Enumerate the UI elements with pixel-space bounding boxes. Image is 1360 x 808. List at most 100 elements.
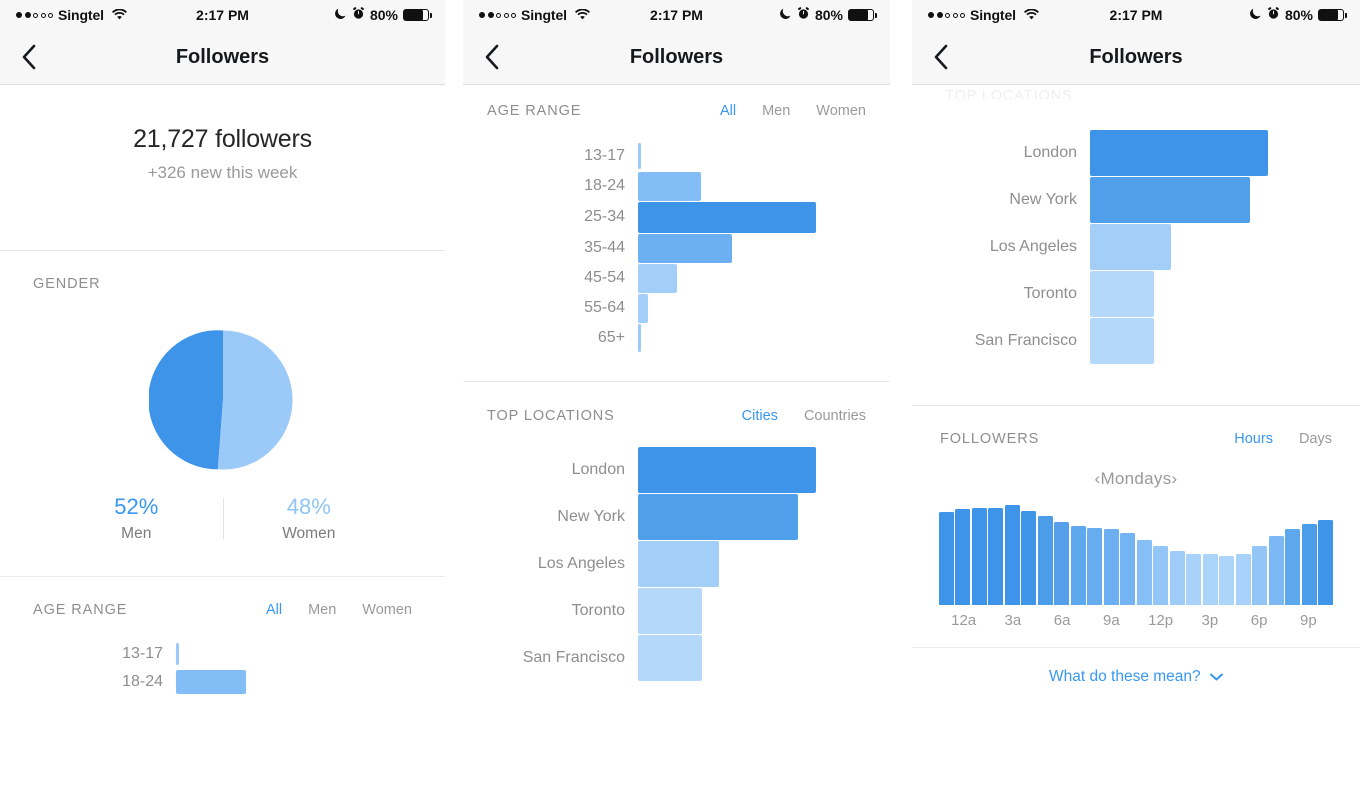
bar-label: 25-34 xyxy=(584,208,625,225)
bar-row: New York xyxy=(912,176,1360,223)
gender-section-title: GENDER xyxy=(33,276,101,292)
followers-count: 21,727 followers xyxy=(133,125,312,153)
tab-women[interactable]: Women xyxy=(816,103,866,119)
bar-label: 18-24 xyxy=(122,673,163,690)
bar-label: 55-64 xyxy=(584,299,625,316)
phone-screen-2: Singtel 2:17 PM 80% Followers AGE RANGE … xyxy=(463,0,890,808)
bar-label: 13-17 xyxy=(584,147,625,164)
bar-fill xyxy=(638,634,702,681)
bar-fill xyxy=(638,143,641,169)
bar-label: 45-54 xyxy=(584,269,625,286)
hourly-followers-chart: 12a 3a 6a 9a 12p 3p 6p 9p xyxy=(912,505,1360,629)
age-range-tabs: All Men Women xyxy=(266,602,412,618)
bar-5a xyxy=(1021,511,1037,605)
axis-tick-3a: 3a xyxy=(1004,612,1022,629)
wifi-icon xyxy=(574,7,590,23)
tab-all[interactable]: All xyxy=(266,602,282,618)
carrier-label: Singtel xyxy=(521,7,567,23)
bar-10a xyxy=(1103,529,1119,605)
bar-12p xyxy=(1136,540,1152,605)
bar-6p xyxy=(1235,554,1251,605)
battery-percent-label: 80% xyxy=(369,7,398,23)
axis-tick-6a: 6a xyxy=(1053,612,1071,629)
bar-fill xyxy=(638,493,798,540)
bar-3a xyxy=(988,508,1004,605)
gender-pie-chart xyxy=(0,326,445,474)
top-locations-section-header: TOP LOCATIONS Cities Countries xyxy=(463,382,890,424)
bar-label: London xyxy=(1023,143,1077,161)
bar-row: London xyxy=(912,129,1360,176)
status-bar-left: Singtel xyxy=(928,7,1039,23)
back-button[interactable] xyxy=(912,44,970,70)
wifi-icon xyxy=(1023,7,1039,23)
bar-label: Toronto xyxy=(571,601,625,619)
bar-9p xyxy=(1285,529,1301,605)
top-locations-bar-chart: London New York Los Angeles Toronto San … xyxy=(463,424,890,681)
phone-screen-3: Singtel 2:17 PM 80% Followers TOP LOCATI… xyxy=(912,0,1360,808)
bar-row: Los Angeles xyxy=(912,223,1360,270)
bar-fill xyxy=(1090,129,1268,176)
bar-label: 18-24 xyxy=(584,177,625,194)
bar-row: Toronto xyxy=(463,587,890,634)
bar-fill xyxy=(1090,270,1154,317)
followers-section-title: FOLLOWERS xyxy=(940,431,1040,447)
bar-fill xyxy=(638,293,648,323)
followers-tabs: Hours Days xyxy=(1234,431,1332,447)
bar-label: Los Angeles xyxy=(989,237,1077,255)
bar-7a xyxy=(1054,522,1070,605)
alarm-icon xyxy=(797,7,810,23)
men-label: Men xyxy=(121,525,152,542)
bar-3p xyxy=(1186,554,1202,605)
bar-label: Los Angeles xyxy=(537,554,625,572)
nav-bar: Followers xyxy=(912,30,1360,85)
tab-countries[interactable]: Countries xyxy=(804,408,866,424)
battery-percent-label: 80% xyxy=(814,7,843,23)
tab-men[interactable]: Men xyxy=(762,103,790,119)
age-range-section-title: AGE RANGE xyxy=(487,103,582,119)
bar-row: San Francisco xyxy=(912,317,1360,364)
status-bar: Singtel 2:17 PM 80% xyxy=(463,0,890,30)
tab-cities[interactable]: Cities xyxy=(742,408,778,424)
bar-fill xyxy=(176,670,246,694)
signal-strength-icon xyxy=(479,12,516,18)
top-locations-section-title-clipped: TOP LOCATIONS xyxy=(912,85,1360,99)
bar-4p xyxy=(1202,554,1218,605)
tab-women[interactable]: Women xyxy=(362,602,412,618)
tab-hours[interactable]: Hours xyxy=(1234,431,1273,447)
bar-label: New York xyxy=(557,507,625,525)
clipped-section-title: TOP LOCATIONS xyxy=(945,88,1073,99)
bar-row: 55-64 xyxy=(463,293,890,323)
back-button[interactable] xyxy=(0,44,58,70)
bar-12a xyxy=(939,512,954,605)
day-selector-label[interactable]: Mondays xyxy=(1100,469,1171,488)
tab-all[interactable]: All xyxy=(720,103,736,119)
bar-fill xyxy=(638,233,732,263)
gender-legend-women: 48% Women xyxy=(222,494,396,543)
chevron-right-icon[interactable]: › xyxy=(1172,469,1178,488)
bar-row: 18-24 xyxy=(463,171,890,201)
bar-fill xyxy=(638,171,701,201)
status-bar-right: 80% xyxy=(1249,7,1347,23)
carrier-label: Singtel xyxy=(970,7,1016,23)
what-do-these-mean-link[interactable]: What do these mean? xyxy=(912,648,1360,686)
bar-fill xyxy=(1090,176,1250,223)
chevron-down-icon xyxy=(1209,668,1223,686)
tab-days[interactable]: Days xyxy=(1299,431,1332,447)
page-title: Followers xyxy=(629,45,724,68)
men-percent: 52% xyxy=(114,494,159,519)
nav-bar: Followers xyxy=(0,30,445,85)
alarm-icon xyxy=(352,7,365,23)
pie-slice-men xyxy=(148,330,223,470)
followers-summary: 21,727 followers +326 new this week xyxy=(0,85,445,183)
bar-fill xyxy=(638,201,816,233)
back-button[interactable] xyxy=(463,44,521,70)
age-range-section-title: AGE RANGE xyxy=(33,602,128,618)
age-range-section-header-2: AGE RANGE All Men Women xyxy=(463,85,890,119)
hourly-axis-labels: 12a 3a 6a 9a 12p 3p 6p 9p xyxy=(939,612,1333,629)
bar-8p xyxy=(1268,536,1284,605)
page-title: Followers xyxy=(175,45,270,68)
tab-men[interactable]: Men xyxy=(308,602,336,618)
bar-label: San Francisco xyxy=(522,648,625,666)
battery-icon xyxy=(848,9,877,21)
gender-section-header: GENDER xyxy=(0,251,445,292)
